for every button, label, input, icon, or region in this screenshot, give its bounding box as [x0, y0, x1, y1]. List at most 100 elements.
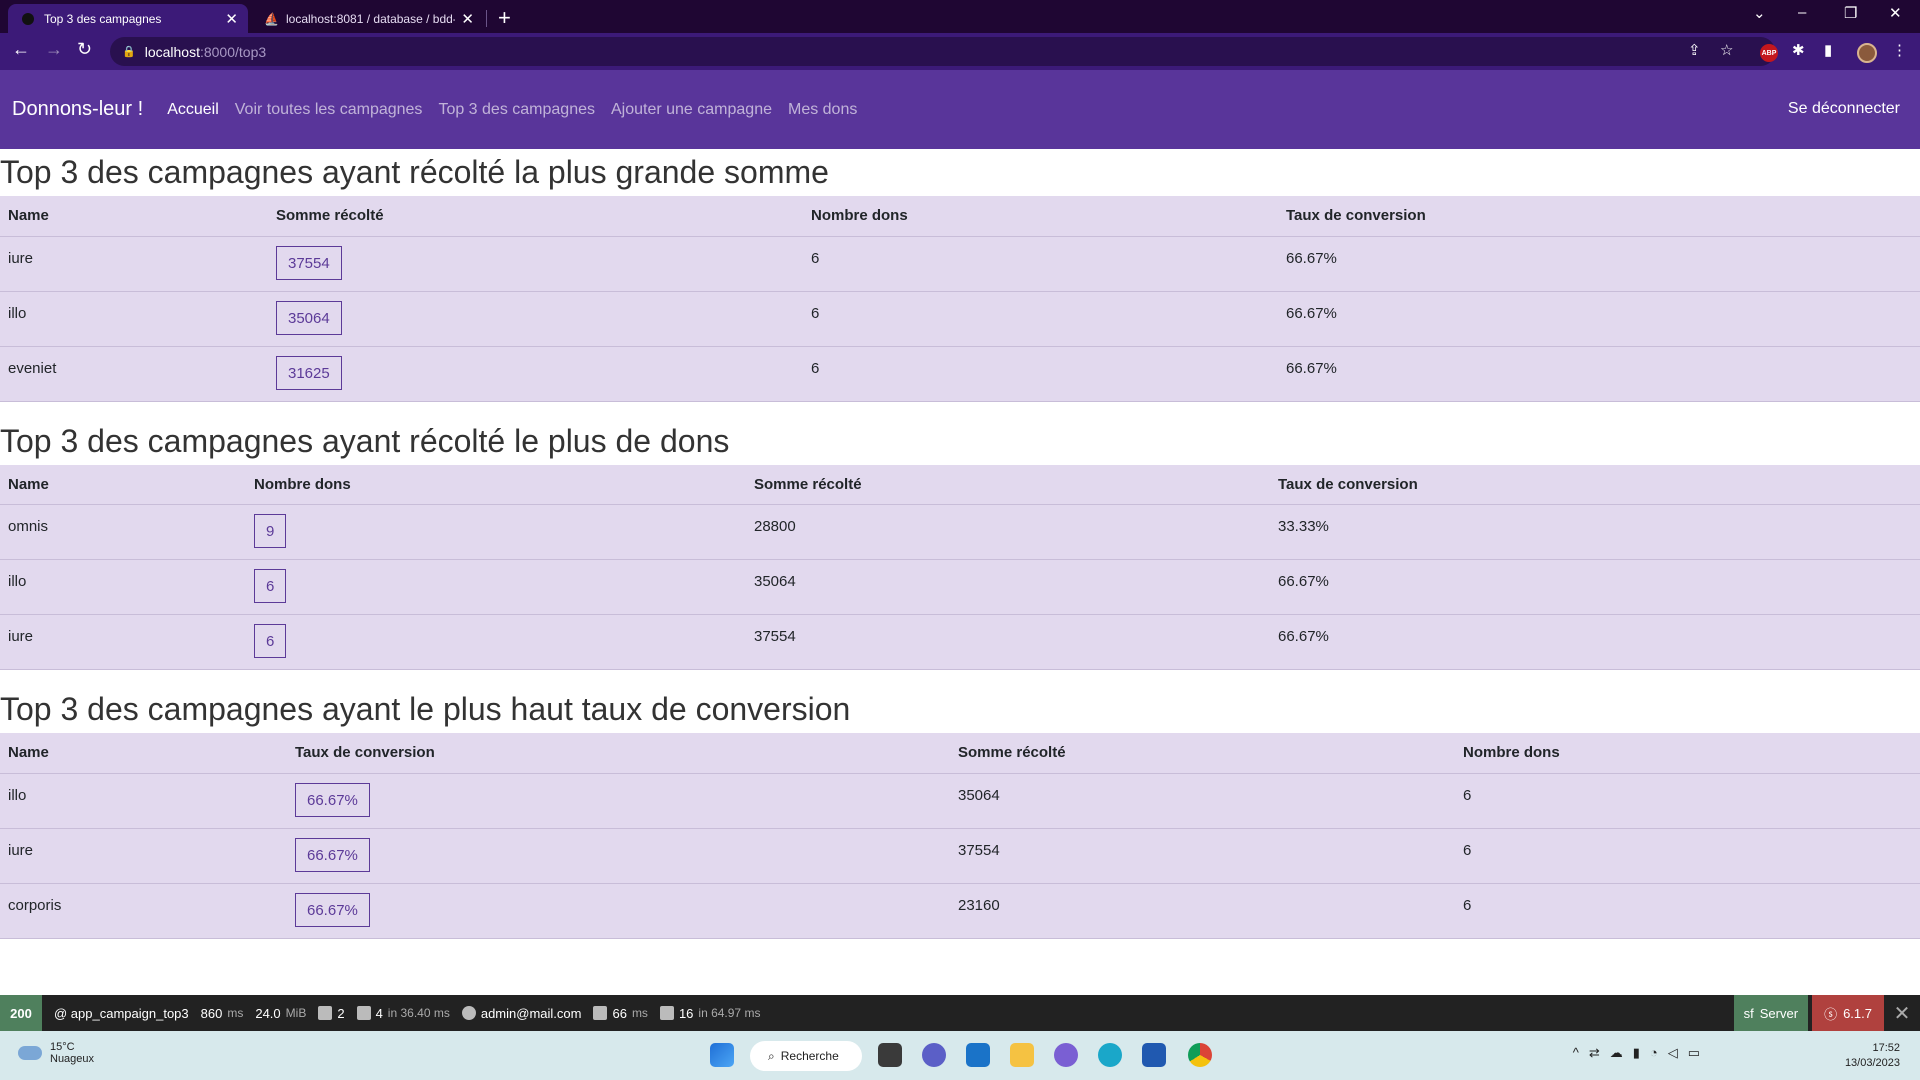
- cell-sum: 28800: [746, 504, 1270, 560]
- close-tab-icon[interactable]: ✕: [461, 10, 474, 28]
- nav-link-top3[interactable]: Top 3 des campagnes: [438, 101, 595, 119]
- nav-link-my-donations[interactable]: Mes dons: [788, 101, 857, 119]
- favicon-dot-icon: [22, 12, 34, 25]
- top-sum-table: Name Somme récolté Nombre dons Taux de c…: [0, 196, 1920, 402]
- column-header: Somme récolté: [950, 733, 1455, 774]
- close-tab-icon[interactable]: ✕: [225, 10, 238, 28]
- cell-rate: 66.67%: [1278, 291, 1920, 347]
- table-row: corporis 66.67% 23160 6: [0, 883, 1920, 939]
- cell-count: 6: [246, 559, 746, 615]
- column-header: Name: [0, 464, 246, 505]
- cell-name: iure: [0, 236, 268, 292]
- brand-link[interactable]: Donnons-leur !: [12, 98, 143, 121]
- nav-link-add-campaign[interactable]: Ajouter une campagne: [611, 101, 772, 119]
- status-code-badge[interactable]: 200: [0, 995, 42, 1031]
- symfony-version-icon: ⓢ: [1824, 1006, 1838, 1022]
- nav-link-all-campaigns[interactable]: Voir toutes les campagnes: [235, 101, 423, 119]
- close-toolbar-icon[interactable]: ✕: [1884, 995, 1920, 1031]
- column-header: Taux de conversion: [1278, 196, 1920, 237]
- weather-widget[interactable]: 15°C Nuageux: [18, 1041, 94, 1065]
- table-header-row: Name Taux de conversion Somme récolté No…: [0, 733, 1920, 774]
- cell-rate: 66.67%: [1270, 559, 1920, 615]
- cell-count: 6: [1455, 828, 1920, 884]
- taskbar-search[interactable]: ⌕ Recherche: [750, 1041, 862, 1071]
- tab-search-icon[interactable]: ⌄: [1753, 4, 1766, 22]
- section-title: Top 3 des campagnes ayant récolté le plu…: [0, 422, 730, 459]
- system-tray[interactable]: ^⇄☁▮◔◁▭: [1573, 1045, 1710, 1061]
- table-row: illo 6 35064 66.67%: [0, 559, 1920, 615]
- db-detail: in 64.97 ms: [698, 1006, 761, 1020]
- twig-icon: [593, 1006, 608, 1020]
- minimize-icon[interactable]: –: [1798, 4, 1806, 21]
- twig-info[interactable]: 66 ms: [593, 1006, 648, 1021]
- chrome-browser-icon[interactable]: [1188, 1043, 1212, 1067]
- restore-icon[interactable]: ❐: [1844, 4, 1857, 22]
- section-title: Top 3 des campagnes ayant récolté la plu…: [0, 154, 829, 190]
- cell-name: omnis: [0, 504, 246, 560]
- main-content: Top 3 des campagnes ayant récolté la plu…: [0, 149, 1920, 955]
- logs-info[interactable]: 2: [318, 1006, 345, 1021]
- time-info[interactable]: 860 ms: [201, 1006, 244, 1021]
- cell-count: 6: [246, 614, 746, 670]
- extensions-puzzle-icon[interactable]: ✱: [1792, 41, 1805, 59]
- file-explorer-icon[interactable]: [1010, 1043, 1034, 1067]
- table-row: iure 6 37554 66.67%: [0, 614, 1920, 670]
- nav-link-accueil[interactable]: Accueil: [167, 101, 219, 119]
- symfony-version[interactable]: ⓢ 6.1.7: [1812, 995, 1884, 1031]
- top-conversion-table: Name Taux de conversion Somme récolté No…: [0, 733, 1920, 939]
- cell-name: iure: [0, 828, 287, 884]
- server-info[interactable]: sf Server: [1733, 995, 1809, 1031]
- forward-icon[interactable]: →: [45, 39, 63, 60]
- user-info[interactable]: admin@mail.com: [461, 1006, 581, 1021]
- logout-link[interactable]: Se déconnecter: [1788, 100, 1900, 118]
- adblock-extension-icon[interactable]: ABP: [1760, 44, 1778, 62]
- cell-rate: 66.67%: [287, 828, 950, 884]
- address-bar[interactable]: 🔒 localhost:8000/top3: [110, 37, 1775, 66]
- tab-title: Top 3 des campagnes: [44, 11, 162, 26]
- cache-info[interactable]: 4 in 36.40 ms: [356, 1005, 450, 1021]
- highlight-value: 31625: [276, 355, 342, 390]
- highlight-value: 66.67%: [295, 837, 370, 872]
- cache-layers-icon: [356, 1006, 371, 1020]
- user-icon: [461, 1006, 476, 1020]
- table-header-row: Name Nombre dons Somme récolté Taux de c…: [0, 464, 1920, 505]
- new-tab-button[interactable]: +: [498, 5, 511, 31]
- column-header: Nombre dons: [803, 196, 1278, 237]
- share-icon[interactable]: ⇪: [1688, 41, 1701, 59]
- teams-chat-icon[interactable]: [922, 1043, 946, 1067]
- section-top-donations: Top 3 des campagnes ayant récolté le plu…: [0, 418, 1920, 670]
- memory-info[interactable]: 24.0 MiB: [255, 1006, 306, 1021]
- cache-count: 4: [375, 1005, 383, 1021]
- version-label: 6.1.7: [1843, 1005, 1872, 1021]
- cell-sum: 35064: [950, 773, 1455, 829]
- store-icon[interactable]: [1142, 1043, 1166, 1067]
- tab-phpmyadmin[interactable]: ⛵ localhost:8081 / database / bdd- ✕: [250, 4, 484, 33]
- table-row: iure 66.67% 37554 6: [0, 828, 1920, 884]
- bookmark-star-icon[interactable]: ☆: [1720, 41, 1733, 59]
- column-header: Taux de conversion: [287, 733, 950, 774]
- edge-browser-icon[interactable]: [1098, 1043, 1122, 1067]
- route-info[interactable]: @ app_campaign_top3: [54, 1006, 189, 1021]
- app-icon[interactable]: [1054, 1043, 1078, 1067]
- reload-icon[interactable]: ↻: [77, 39, 92, 60]
- table-row: illo 35064 6 66.67%: [0, 291, 1920, 347]
- weather-condition: Nuageux: [50, 1053, 95, 1065]
- top-donations-table: Name Nombre dons Somme récolté Taux de c…: [0, 464, 1920, 670]
- tab-top3[interactable]: Top 3 des campagnes ✕: [8, 4, 248, 33]
- close-window-icon[interactable]: ✕: [1889, 4, 1902, 22]
- table-row: omnis 9 28800 33.33%: [0, 504, 1920, 560]
- profile-avatar[interactable]: [1857, 43, 1877, 63]
- route-name: @ app_campaign_top3: [54, 1005, 189, 1021]
- db-info[interactable]: 16 in 64.97 ms: [659, 1006, 761, 1021]
- cell-sum: 37554: [950, 828, 1455, 884]
- cell-name: iure: [0, 614, 246, 670]
- mail-icon[interactable]: [966, 1043, 990, 1067]
- menu-kebab-icon[interactable]: ⋮: [1892, 41, 1907, 59]
- windows-start-icon[interactable]: [710, 1043, 734, 1067]
- toolbar-right: sf Server ⓢ 6.1.7 ✕: [1733, 995, 1920, 1031]
- side-panel-icon[interactable]: ▮: [1824, 41, 1832, 59]
- taskbar-clock[interactable]: 17:52 13/03/2023: [1845, 1041, 1900, 1071]
- task-view-icon[interactable]: [878, 1043, 902, 1067]
- back-icon[interactable]: ←: [12, 39, 30, 60]
- highlight-value: 6: [254, 624, 287, 658]
